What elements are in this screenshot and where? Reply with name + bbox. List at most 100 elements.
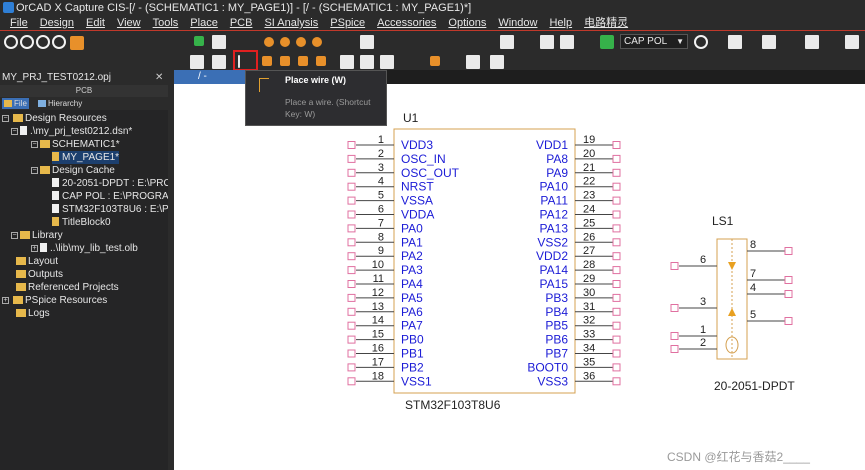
zoom-area-icon[interactable] — [36, 35, 50, 49]
u1-part[interactable]: U1 STM32F103T8U6 1 VDD3 2 OSC_IN 3 OSC_OUT 4 NR… — [347, 111, 621, 412]
probe-icon[interactable] — [264, 37, 274, 47]
pin-end-marker[interactable] — [784, 247, 793, 255]
pin-end-marker[interactable] — [347, 238, 356, 247]
pin-end-marker[interactable] — [347, 335, 356, 344]
open-folder-icon[interactable] — [728, 35, 742, 49]
menu-window[interactable]: Window — [498, 16, 537, 30]
pin-end-marker[interactable] — [347, 196, 356, 205]
probe-current-icon[interactable] — [296, 37, 306, 47]
pin-end-marker[interactable] — [612, 335, 621, 344]
tab-hierarchy[interactable]: Hierarchy — [36, 98, 84, 109]
place-net-icon[interactable] — [262, 56, 272, 66]
tree-item-my-page1[interactable]: MY_PAGE1* — [52, 151, 120, 164]
pin-end-marker[interactable] — [612, 252, 621, 261]
pin-end-marker[interactable] — [347, 154, 356, 163]
pin-end-marker[interactable] — [612, 280, 621, 288]
save-icon[interactable] — [762, 35, 776, 49]
menu-tools[interactable]: Tools — [153, 16, 179, 30]
pin-end-marker[interactable] — [612, 210, 621, 219]
tree-item-titleblock[interactable]: TitleBlock0 — [52, 216, 111, 229]
zoom-in-icon[interactable] — [4, 35, 18, 49]
pin-end-marker[interactable] — [347, 363, 356, 372]
probe-voltage-icon[interactable] — [280, 37, 290, 47]
part-dropdown[interactable]: CAP POL ▼ — [620, 34, 688, 49]
place-line-icon[interactable] — [490, 55, 504, 69]
pin-end-marker[interactable] — [347, 377, 356, 386]
pin-end-marker[interactable] — [670, 262, 679, 270]
expand-icon[interactable]: + — [2, 297, 9, 304]
close-icon[interactable]: ✕ — [155, 70, 163, 85]
place-bus-icon[interactable] — [280, 56, 290, 66]
pin-end-marker[interactable] — [612, 224, 621, 233]
tab-schematic-page[interactable]: / - (SCHEMA — [174, 70, 254, 96]
pin-end-marker[interactable] — [347, 321, 356, 330]
menu-design[interactable]: Design — [40, 16, 74, 30]
collapse-icon[interactable]: − — [2, 115, 9, 122]
search-icon[interactable] — [694, 35, 708, 49]
pin-end-marker[interactable] — [347, 349, 356, 358]
menu-pcb[interactable]: PCB — [230, 16, 253, 30]
pin-end-marker[interactable] — [347, 293, 356, 302]
pin-end-marker[interactable] — [347, 224, 356, 233]
probe-power-icon[interactable] — [312, 37, 322, 47]
pin-end-marker[interactable] — [612, 141, 621, 149]
pin-end-marker[interactable] — [612, 377, 621, 386]
pin-end-marker[interactable] — [347, 141, 356, 149]
pin-end-marker[interactable] — [347, 210, 356, 219]
tree-item-outputs[interactable]: Outputs — [16, 268, 63, 281]
menu-pspice[interactable]: PSpice — [330, 16, 365, 30]
pin-end-marker[interactable] — [347, 182, 356, 191]
menu-file[interactable]: File — [10, 16, 28, 30]
pin-end-marker[interactable] — [612, 154, 621, 163]
tree-item-schematic1[interactable]: − SCHEMATIC1* — [31, 138, 120, 151]
tree-item-lib-file[interactable]: + ..\lib\my_lib_test.olb — [31, 242, 138, 255]
expand-icon[interactable]: + — [31, 245, 38, 252]
pin-end-marker[interactable] — [612, 363, 621, 372]
pin-end-marker[interactable] — [612, 266, 621, 275]
tab-file[interactable]: File — [2, 98, 29, 109]
pin-end-marker[interactable] — [612, 168, 621, 177]
menu-help[interactable]: Help — [549, 16, 572, 30]
place-part-icon[interactable] — [600, 35, 614, 49]
collapse-icon[interactable]: − — [31, 167, 38, 174]
place-off-page-icon[interactable] — [380, 55, 394, 69]
collapse-icon[interactable]: − — [11, 232, 18, 239]
menu-place[interactable]: Place — [190, 16, 218, 30]
pin-end-marker[interactable] — [670, 345, 679, 353]
menu-si-analysis[interactable]: SI Analysis — [264, 16, 318, 30]
zoom-all-icon[interactable] — [52, 35, 66, 49]
netlist-icon[interactable] — [805, 35, 819, 49]
hand-tool-icon[interactable] — [70, 36, 84, 50]
pin-end-marker[interactable] — [612, 293, 621, 302]
pin-end-marker[interactable] — [670, 332, 679, 340]
tree-item-cache-stm32[interactable]: STM32F103T8U6 : E:\PI — [52, 203, 172, 216]
menu-options[interactable]: Options — [448, 16, 486, 30]
pin-end-marker[interactable] — [347, 266, 356, 275]
cut-icon[interactable] — [500, 35, 514, 49]
place-bus-entry-icon[interactable] — [316, 56, 326, 66]
pin-end-marker[interactable] — [784, 317, 793, 325]
menu-edit[interactable]: Edit — [86, 16, 105, 30]
tree-item-cache-dpdt[interactable]: 20-2051-DPDT : E:\PRO — [52, 177, 171, 190]
pin-end-marker[interactable] — [784, 290, 793, 298]
collapse-icon[interactable]: − — [11, 128, 18, 135]
pin-end-marker[interactable] — [612, 349, 621, 358]
zoom-out-icon[interactable] — [20, 35, 34, 49]
menu-view[interactable]: View — [117, 16, 141, 30]
tree-item-pspice-resources[interactable]: + PSpice Resources — [2, 294, 107, 307]
tree-item-referenced-projects[interactable]: Referenced Projects — [16, 281, 119, 294]
redo-icon[interactable] — [560, 35, 574, 49]
pin-end-marker[interactable] — [784, 276, 793, 284]
pin-end-marker[interactable] — [670, 304, 679, 312]
tree-item-design-resources[interactable]: − Design Resources — [2, 112, 107, 125]
place-text-icon[interactable] — [466, 55, 480, 69]
pin-end-marker[interactable] — [347, 252, 356, 261]
tree-item-cache-cap-pol[interactable]: CAP POL : E:\PROGRAM — [52, 190, 177, 203]
schematic-canvas[interactable]: U1 STM32F103T8U6 1 VDD3 2 OSC_IN 3 OSC_OUT 4 NR… — [174, 84, 865, 470]
place-ground-icon[interactable] — [360, 55, 374, 69]
place-junction-icon[interactable] — [298, 56, 308, 66]
select-icon[interactable] — [190, 55, 204, 69]
place-port-icon[interactable] — [430, 56, 440, 66]
tree-item-design-cache[interactable]: − Design Cache — [31, 164, 115, 177]
part-icon[interactable] — [212, 35, 226, 49]
